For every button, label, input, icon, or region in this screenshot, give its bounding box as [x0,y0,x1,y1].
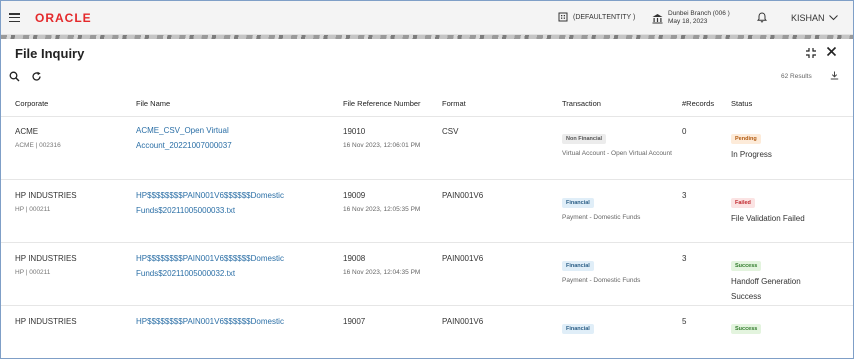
bell-icon[interactable] [757,12,767,23]
transaction-badge: Financial [562,198,594,208]
transaction-badge: Financial [562,324,594,334]
col-status[interactable]: Status [731,99,752,108]
file-name-link[interactable]: HP$$$$$$$$PAIN001V6$$$$$$Domestic [136,314,306,329]
record-count: 3 [682,254,687,263]
col-records[interactable]: #Records [682,99,714,108]
corporate-id: HP | 000211 [15,269,51,276]
file-name-link[interactable]: HP$$$$$$$$PAIN001V6$$$$$$Domestic Funds$… [136,188,306,218]
status-text: In Progress [731,150,772,159]
table-row[interactable]: HP INDUSTRIES HP$$$$$$$$PAIN001V6$$$$$$D… [1,306,853,351]
results-count: 62 Results [781,73,812,80]
status-badge: Success [731,261,762,271]
menu-icon[interactable] [9,13,20,23]
user-menu[interactable]: KISHAN [791,13,838,23]
file-format: PAIN001V6 [442,191,484,200]
file-reference: 19010 [343,127,366,136]
refresh-icon[interactable] [31,71,42,82]
status-badge: Pending [731,134,761,144]
transaction-type: Virtual Account - Open Virtual Account [562,150,672,157]
file-reference: 19007 [343,317,366,326]
record-count: 3 [682,191,687,200]
status-text: File Validation Failed [731,214,805,223]
panel-header: File Inquiry [1,39,853,67]
file-name-link[interactable]: HP$$$$$$$$PAIN001V6$$$$$$Domestic Funds$… [136,251,306,281]
corporate-id: ACME | 002316 [15,142,61,149]
table-row[interactable]: HP INDUSTRIES HP | 000211 HP$$$$$$$$PAIN… [1,243,853,305]
transaction-badge: Non Financial [562,134,607,144]
file-reference: 19009 [343,191,366,200]
page-title: File Inquiry [15,46,85,61]
expand-icon[interactable] [805,47,817,59]
col-file-name[interactable]: File Name [136,99,170,108]
file-reference: 19008 [343,254,366,263]
oracle-logo: ORACLE [35,11,92,25]
branch-selector[interactable]: Dunbei Branch (006 ) May 18, 2023 [652,10,730,26]
corporate-name: HP INDUSTRIES [15,254,77,263]
col-corporate[interactable]: Corporate [15,99,48,108]
status-badge: Failed [731,198,755,208]
table-toolbar: 62 Results [1,67,853,87]
file-name-link[interactable]: ACME_CSV_Open Virtual Account_2022100700… [136,123,306,153]
bank-icon [652,13,663,23]
branch-name: Dunbei Branch (006 ) [668,10,730,17]
table-row[interactable]: HP INDUSTRIES HP | 000211 HP$$$$$$$$PAIN… [1,180,853,242]
file-format: PAIN001V6 [442,317,484,326]
table-row[interactable]: ACME ACME | 002316 ACME_CSV_Open Virtual… [1,117,853,179]
file-timestamp: 16 Nov 2023, 12:04:35 PM [343,269,421,276]
building-icon [558,12,568,22]
file-format: CSV [442,127,459,136]
transaction-badge: Financial [562,261,594,271]
record-count: 5 [682,317,687,326]
corporate-id: HP | 000211 [15,206,51,213]
corporate-name: HP INDUSTRIES [15,191,77,200]
table-header: Corporate File Name File Reference Numbe… [1,96,853,114]
col-file-reference-number[interactable]: File Reference Number [343,99,421,108]
status-text: Handoff Generation Success [731,277,801,301]
close-icon[interactable] [826,46,837,57]
transaction-type: Payment - Domestic Funds [562,214,641,221]
file-timestamp: 16 Nov 2023, 12:06:01 PM [343,142,421,149]
status-badge: Success [731,324,762,334]
file-timestamp: 16 Nov 2023, 12:05:35 PM [343,206,421,213]
branch-date: May 18, 2023 [668,18,708,25]
top-header: ORACLE (DEFAULTENTITY ) Dunbei Branch (0… [1,1,853,35]
transaction-type: Payment - Domestic Funds [562,277,641,284]
entity-label: (DEFAULTENTITY ) [573,13,636,21]
record-count: 0 [682,127,687,136]
search-icon[interactable] [9,71,20,82]
entity-selector[interactable]: (DEFAULTENTITY ) [558,12,635,22]
corporate-name: ACME [15,127,39,136]
col-format[interactable]: Format [442,99,466,108]
corporate-name: HP INDUSTRIES [15,317,77,326]
col-transaction[interactable]: Transaction [562,99,601,108]
user-name: KISHAN [791,13,825,23]
chevron-down-icon [828,15,838,21]
download-icon[interactable] [830,71,839,80]
file-format: PAIN001V6 [442,254,484,263]
